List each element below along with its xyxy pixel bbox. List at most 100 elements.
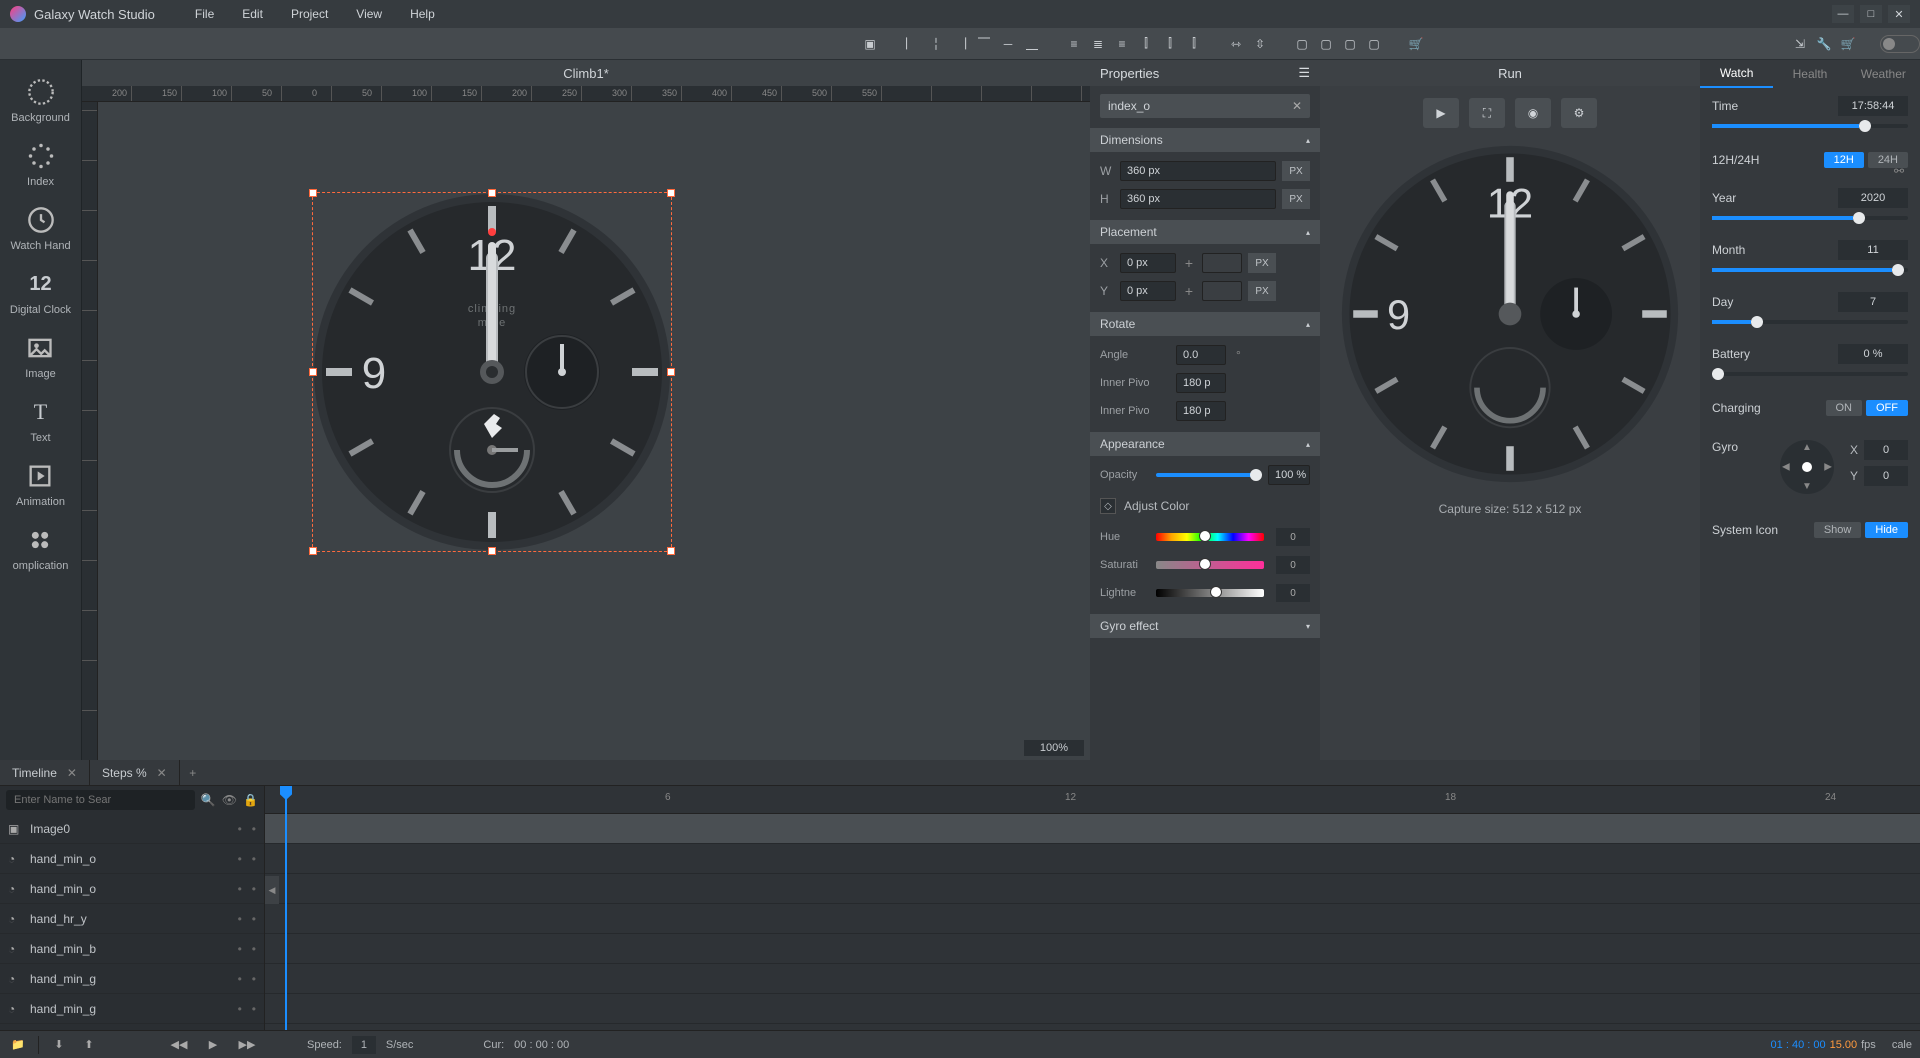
time-slider[interactable] <box>1712 124 1908 128</box>
section-dimensions[interactable]: Dimensions▴ <box>1090 128 1320 152</box>
month-slider[interactable] <box>1712 268 1908 272</box>
charging-off[interactable]: OFF <box>1866 400 1908 416</box>
adjust-color-row[interactable]: ◇ Adjust Color <box>1100 492 1310 520</box>
gyro-x-value[interactable]: 0 <box>1864 440 1908 460</box>
deploy-icon[interactable]: 🛒 <box>1838 34 1858 54</box>
gyro-pad[interactable]: ▲ ▼ ◀ ▶ <box>1780 440 1834 494</box>
layer-backward-icon[interactable]: ▢ <box>1340 34 1360 54</box>
year-value[interactable]: 2020 <box>1838 188 1908 208</box>
tool-text[interactable]: T Text <box>27 398 55 444</box>
timeline-tab-steps[interactable]: Steps %✕ <box>90 760 180 785</box>
clear-name-icon[interactable]: ✕ <box>1292 99 1302 113</box>
visibility-icon[interactable]: 👁 <box>222 793 237 807</box>
x-add-button[interactable]: + <box>1182 253 1196 273</box>
x-unit-button[interactable]: PX <box>1248 253 1276 273</box>
light-slider[interactable] <box>1156 589 1264 597</box>
spacing-v-icon[interactable]: ⇳ <box>1250 34 1270 54</box>
tool-background[interactable]: Background <box>11 78 70 124</box>
x-offset-input[interactable] <box>1202 253 1242 273</box>
resize-handle-w[interactable] <box>309 368 317 376</box>
track-row[interactable] <box>265 814 1920 844</box>
pivot-y-input[interactable]: 180 p <box>1176 401 1226 421</box>
fit-button[interactable]: ⛶ <box>1469 98 1505 128</box>
speed-value[interactable]: 1 <box>352 1036 376 1054</box>
close-tab-icon[interactable]: ✕ <box>67 766 77 780</box>
layer-row[interactable]: ◔hand_min_g•• <box>0 964 264 994</box>
menu-file[interactable]: File <box>195 7 214 21</box>
angle-input[interactable]: 0.0 <box>1176 345 1226 365</box>
menu-project[interactable]: Project <box>291 7 328 21</box>
export-bottom-icon[interactable]: ⬇ <box>49 1035 69 1055</box>
align-hcenter-icon[interactable]: ╎ <box>926 34 946 54</box>
resize-handle-se[interactable] <box>667 547 675 555</box>
export-icon[interactable]: ⇲ <box>1790 34 1810 54</box>
layer-row[interactable]: ◔hand_min_g•• <box>0 994 264 1024</box>
resize-handle-n[interactable] <box>488 189 496 197</box>
fmt-12h[interactable]: 12H <box>1824 152 1864 168</box>
distribute-h1-icon[interactable]: ≡ <box>1064 34 1084 54</box>
tool-animation[interactable]: Animation <box>16 462 65 508</box>
timeline-collapse-button[interactable]: ◀ <box>265 876 279 904</box>
adjust-color-checkbox[interactable]: ◇ <box>1100 498 1116 514</box>
sat-slider[interactable] <box>1156 561 1264 569</box>
settings-icon[interactable]: 🔧 <box>1814 34 1834 54</box>
folder-icon[interactable]: 📁 <box>8 1035 28 1055</box>
timeline-ruler[interactable]: 6 12 18 24 <box>265 786 1920 814</box>
day-value[interactable]: 7 <box>1838 292 1908 312</box>
sysicon-show[interactable]: Show <box>1814 522 1862 538</box>
opacity-input[interactable]: 100 % <box>1268 465 1310 485</box>
layer-forward-icon[interactable]: ▢ <box>1316 34 1336 54</box>
aod-toggle[interactable] <box>1880 35 1920 53</box>
align-right-icon[interactable]: ⎹ <box>950 34 970 54</box>
distribute-v3-icon[interactable]: ⫿ <box>1184 34 1204 54</box>
sysicon-hide[interactable]: Hide <box>1865 522 1908 538</box>
search-icon[interactable]: 🔍 <box>201 793 216 807</box>
tool-index[interactable]: Index <box>27 142 55 188</box>
sat-value[interactable]: 0 <box>1276 556 1310 574</box>
aod-preview-button[interactable]: ⚙ <box>1561 98 1597 128</box>
charging-on[interactable]: ON <box>1826 400 1863 416</box>
maximize-button[interactable]: □ <box>1860 5 1882 23</box>
panel-menu-icon[interactable]: ☰ <box>1298 65 1310 81</box>
distribute-v1-icon[interactable]: ⫿ <box>1136 34 1156 54</box>
tool-watch-hand[interactable]: Watch Hand <box>10 206 70 252</box>
align-vcenter-icon[interactable]: ─ <box>998 34 1018 54</box>
layer-row[interactable]: ◔hand_min_o•• <box>0 874 264 904</box>
speed-unit[interactable]: S/sec <box>386 1039 414 1051</box>
y-offset-input[interactable] <box>1202 281 1242 301</box>
section-rotate[interactable]: Rotate▴ <box>1090 312 1320 336</box>
section-appearance[interactable]: Appearance▴ <box>1090 432 1320 456</box>
resize-handle-e[interactable] <box>667 368 675 376</box>
width-input[interactable]: 360 px <box>1120 161 1276 181</box>
track-row[interactable] <box>265 994 1920 1024</box>
y-input[interactable]: 0 px <box>1120 281 1176 301</box>
tool-complication[interactable]: omplication <box>13 526 69 572</box>
rewind-button[interactable]: ◀◀ <box>169 1035 189 1055</box>
track-row[interactable] <box>265 934 1920 964</box>
timeline-tracks[interactable]: 6 12 18 24 ◀ <box>265 786 1920 1030</box>
height-input[interactable]: 360 px <box>1120 189 1276 209</box>
tab-watch[interactable]: Watch <box>1700 60 1773 88</box>
resize-handle-s[interactable] <box>488 547 496 555</box>
track-row[interactable] <box>265 874 1920 904</box>
resize-handle-sw[interactable] <box>309 547 317 555</box>
distribute-h3-icon[interactable]: ≡ <box>1112 34 1132 54</box>
import-bottom-icon[interactable]: ⬆ <box>79 1035 99 1055</box>
battery-slider[interactable] <box>1712 372 1908 376</box>
align-top-icon[interactable]: ⎺ <box>974 34 994 54</box>
close-button[interactable]: ✕ <box>1888 5 1910 23</box>
track-row[interactable] <box>265 844 1920 874</box>
play-timeline-button[interactable]: ▶ <box>203 1035 223 1055</box>
timeline-playhead[interactable] <box>285 786 287 1030</box>
y-unit-button[interactable]: PX <box>1248 281 1276 301</box>
track-row[interactable] <box>265 904 1920 934</box>
layer-row[interactable]: ▣Image0•• <box>0 814 264 844</box>
menu-help[interactable]: Help <box>410 7 435 21</box>
capture-button[interactable]: ◉ <box>1515 98 1551 128</box>
layer-row[interactable]: ◔hand_min_o•• <box>0 844 264 874</box>
align-left-icon[interactable]: ⎸ <box>902 34 922 54</box>
tool-digital-clock[interactable]: 12 Digital Clock <box>10 270 71 316</box>
cart-icon[interactable]: 🛒 <box>1406 34 1426 54</box>
distribute-h2-icon[interactable]: ≣ <box>1088 34 1108 54</box>
light-value[interactable]: 0 <box>1276 584 1310 602</box>
